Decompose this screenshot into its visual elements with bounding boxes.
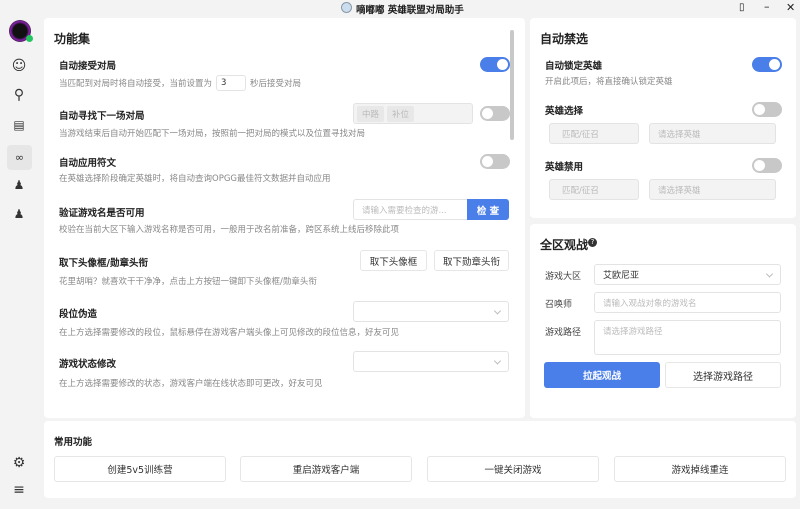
check-button[interactable]: 检 查 [467,199,509,220]
menu-icon[interactable]: ≡ [10,481,28,499]
search-icon[interactable]: ⚲ [10,86,28,104]
ban-title: 英雄禁用 [545,162,584,173]
summoner-input[interactable]: 请输入观战对象的游戏名 [594,292,781,313]
app-logo-icon [341,2,352,13]
close-game-button[interactable]: 一键关闭游戏 [427,456,599,482]
row-title: 验证游戏名是否可用 [59,208,145,219]
gear-icon[interactable]: ⚙ [10,454,28,472]
row-desc: 在上方选择需要修改的状态，游戏客户端在线状态即可更改，好友可见 [59,379,323,389]
summoner-label: 召唤师 [545,300,573,310]
chart-icon[interactable]: ▤ [10,116,28,134]
spectate-card: 全区观战 ? 游戏大区 艾欧尼亚 召唤师 请输入观战对象的游戏名 游戏路径 请选… [530,224,796,418]
row-desc: 在英雄选择阶段确定英雄时，将自动查询OPGG最佳符文数据并自动应用 [59,174,331,184]
position-select[interactable]: 中路 补位 [353,103,473,124]
row-title: 自动应用符文 [59,158,117,169]
pick-toggle[interactable] [752,102,782,117]
auto-next-toggle[interactable] [480,106,510,121]
restart-client-button[interactable]: 重启游戏客户端 [240,456,412,482]
ban-toggle[interactable] [752,158,782,173]
online-status-dot [26,35,33,42]
status-select[interactable] [353,351,509,372]
tag-mid: 中路 [357,105,385,122]
row-title: 取下头像框/勋章头衔 [59,258,148,269]
chevron-down-icon [493,306,502,315]
tag-fill: 补位 [387,105,415,122]
row-desc: 花里胡哨？就喜欢干干净净，点击上方按钮一键卸下头像框/勋章头衔 [59,277,317,287]
start-spectate-button[interactable]: 拉起观战 [544,362,660,388]
pick-mode-select[interactable]: 匹配/征召 [549,123,639,144]
scrollbar[interactable] [510,30,514,140]
ban-mode-select[interactable]: 匹配/征召 [549,179,639,200]
pick-champion-select[interactable]: 请选择英雄 [649,123,776,144]
pick-title: 英雄选择 [545,106,584,117]
common-card: 常用功能 创建5v5训练营 重启游戏客户端 一键关闭游戏 游戏掉线重连 [44,421,796,498]
features-title: 功能集 [54,32,91,46]
lock-title: 自动锁定英雄 [545,61,603,72]
close-icon[interactable]: ✕ [786,1,795,14]
apps-icon[interactable]: ∞ [7,145,32,170]
row-desc: 当匹配到对局时将自动接受，当前设置为 3 秒后接受对局 [59,75,301,91]
chevron-down-icon [765,269,774,278]
row-desc: 当游戏结束后自动开始匹配下一场对局，按照前一把对局的模式以及位置寻找对局 [59,129,366,139]
window-title: 嘀嘟嘟 英雄联盟对局助手 [356,5,464,16]
create-practice-button[interactable]: 创建5v5训练营 [54,456,226,482]
help-icon[interactable]: ? [588,238,597,247]
name-check-input[interactable]: 请输入需要检查的游... [353,199,468,220]
auto-pick-title: 自动禁选 [540,32,589,46]
lock-desc: 开启此项后，将直接确认锁定英雄 [545,77,673,87]
region-label: 游戏大区 [545,272,582,282]
row-title: 自动接受对局 [59,61,117,72]
path-textarea[interactable]: 请选择游戏路径 [594,320,781,355]
auto-accept-toggle[interactable] [480,57,510,72]
remove-title-button[interactable]: 取下勋章头衔 [434,250,509,271]
region-select[interactable]: 艾欧尼亚 [594,264,781,285]
user-search-icon[interactable]: ♟ [10,205,28,223]
choose-path-button[interactable]: 选择游戏路径 [665,362,781,388]
auto-rune-toggle[interactable] [480,154,510,169]
path-label: 游戏路径 [545,328,582,338]
remove-frame-button[interactable]: 取下头像框 [360,250,427,271]
accept-delay-input[interactable]: 3 [216,75,247,91]
pin-icon[interactable]: ▯ [739,2,745,13]
common-title: 常用功能 [54,437,93,448]
row-title: 自动寻找下一场对局 [59,111,145,122]
ban-champion-select[interactable]: 请选择英雄 [649,179,776,200]
user-circle-icon[interactable]: ☺ [10,57,28,75]
rank-select[interactable] [353,301,509,322]
row-desc: 在上方选择需要修改的段位，鼠标悬停在游戏客户端头像上可见修改的段位信息，好友可见 [59,328,400,338]
spectate-title: 全区观战 [540,238,589,252]
minimize-icon[interactable]: – [764,0,770,13]
features-card: 功能集 自动接受对局 当匹配到对局时将自动接受，当前设置为 3 秒后接受对局 自… [44,18,525,418]
chevron-down-icon [493,356,502,365]
row-title: 段位伪造 [59,309,98,320]
row-desc: 校验在当前大区下输入游戏名称是否可用，一般用于改名前准备，跨区系统上线后移除此项 [59,225,400,235]
user-block-icon[interactable]: ♟ [10,176,28,194]
reconnect-button[interactable]: 游戏掉线重连 [614,456,786,482]
auto-lock-toggle[interactable] [752,57,782,72]
row-title: 游戏状态修改 [59,359,117,370]
auto-pick-card: 自动禁选 自动锁定英雄 开启此项后，将直接确认锁定英雄 英雄选择 匹配/征召 请… [530,18,796,218]
